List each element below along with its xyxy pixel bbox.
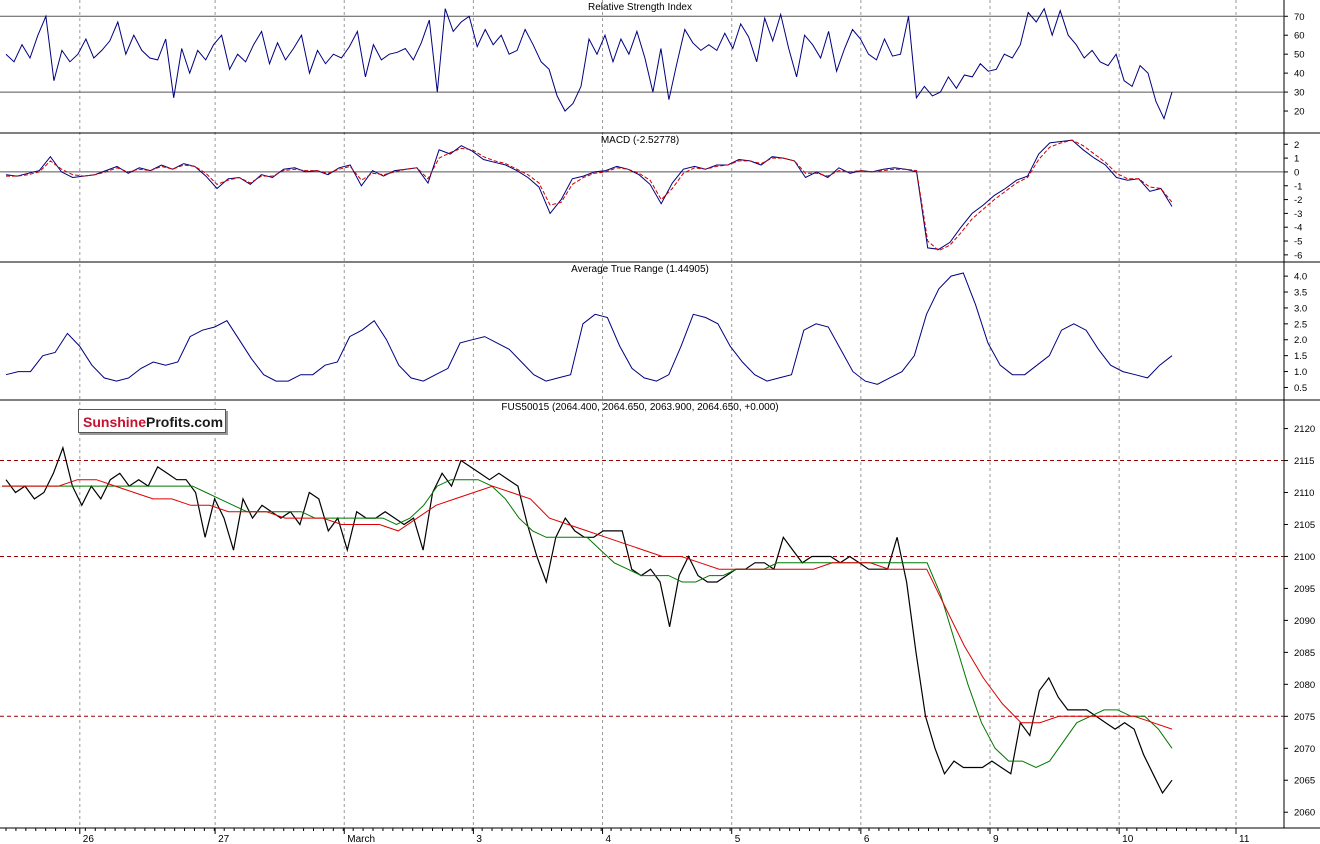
macd-title: MACD (-2.52778)	[601, 135, 679, 146]
price-tick-label-5: 2085	[1294, 648, 1315, 659]
x-tick-label-0: 26	[83, 834, 95, 844]
atr-tick-label-5: 3.0	[1294, 303, 1307, 314]
atr-tick-label-3: 2.0	[1294, 335, 1307, 346]
price-tick-label-7: 2095	[1294, 584, 1315, 595]
macd-tick-label-3: -3	[1294, 209, 1302, 220]
price-tick-label-6: 2090	[1294, 616, 1315, 627]
price-tick-label-1: 2065	[1294, 776, 1315, 787]
rsi-title: Relative Strength Index	[588, 2, 692, 13]
atr-tick-label-2: 1.5	[1294, 351, 1307, 362]
rsi-tick-label-2: 40	[1294, 69, 1305, 80]
macd-tick-label-1: -5	[1294, 237, 1302, 248]
x-tick-label-4: 4	[606, 834, 612, 844]
macd-tick-label-8: 2	[1294, 140, 1299, 151]
macd-tick-label-0: -6	[1294, 250, 1302, 261]
price-tick-label-3: 2075	[1294, 712, 1315, 723]
atr-title: Average True Range (1.44905)	[571, 264, 709, 275]
atr-tick-label-4: 2.5	[1294, 319, 1307, 330]
x-tick-label-2: March	[347, 834, 375, 844]
logo-part-sunshine: Sunshine	[83, 414, 147, 430]
atr-tick-label-7: 4.0	[1294, 272, 1307, 283]
macd-tick-label-4: -2	[1294, 195, 1302, 206]
logo-part-profits: Profits.com	[146, 414, 224, 430]
price-tick-label-2: 2070	[1294, 744, 1315, 755]
x-tick-label-8: 10	[1122, 834, 1134, 844]
atr-tick-label-0: 0.5	[1294, 383, 1307, 394]
x-tick-label-1: 27	[218, 834, 230, 844]
price-title: FUS50015 (2064.400, 2064.650, 2063.900, …	[501, 402, 778, 413]
price-tick-label-11: 2115	[1294, 456, 1314, 467]
price-tick-label-12: 2120	[1294, 424, 1315, 435]
rsi-tick-label-4: 60	[1294, 31, 1305, 42]
price-tick-label-9: 2105	[1294, 520, 1315, 531]
x-tick-label-6: 6	[864, 834, 870, 844]
atr-tick-label-6: 3.5	[1294, 288, 1307, 299]
macd-tick-label-7: 1	[1294, 154, 1299, 165]
rsi-tick-label-5: 70	[1294, 12, 1305, 23]
macd-tick-label-6: 0	[1294, 167, 1299, 178]
x-tick-label-9: 11	[1239, 834, 1250, 844]
sunshine-profits-logo: SunshineProfits.com	[78, 409, 226, 433]
price-tick-label-4: 2080	[1294, 680, 1315, 691]
rsi-tick-label-0: 20	[1294, 107, 1305, 118]
x-tick-label-7: 9	[993, 834, 999, 844]
x-tick-label-5: 5	[735, 834, 741, 844]
macd-tick-label-2: -4	[1294, 223, 1302, 234]
x-tick-label-3: 3	[476, 834, 482, 844]
price-tick-label-0: 2060	[1294, 808, 1315, 819]
macd-tick-label-5: -1	[1294, 181, 1302, 192]
rsi-tick-label-1: 30	[1294, 88, 1305, 99]
rsi-tick-label-3: 50	[1294, 50, 1305, 61]
atr-tick-label-1: 1.0	[1294, 367, 1307, 378]
price-tick-label-8: 2100	[1294, 552, 1315, 563]
price-tick-label-10: 2110	[1294, 488, 1314, 499]
